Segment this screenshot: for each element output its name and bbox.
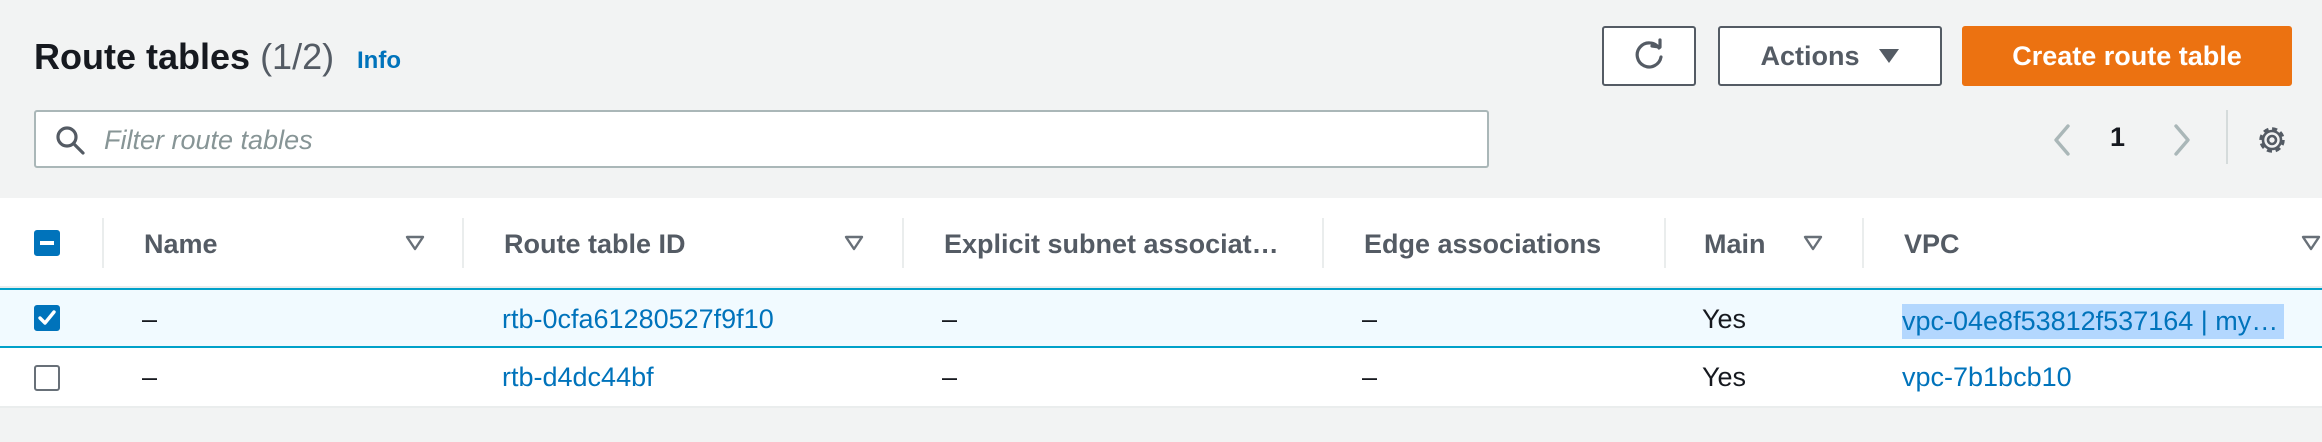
vpc-link[interactable]: vpc-04e8f53812f537164 | my…	[1902, 304, 2284, 339]
cell-main: Yes	[1702, 304, 1747, 334]
cell-main: Yes	[1702, 362, 1747, 392]
sort-down-icon[interactable]	[404, 232, 426, 254]
cell-name: –	[142, 304, 158, 334]
column-divider	[102, 218, 104, 268]
table-header: Name Route table ID Explicit subnet asso…	[0, 198, 2322, 288]
chevron-right-icon[interactable]	[2166, 120, 2198, 160]
column-header-vpc[interactable]: VPC	[1904, 229, 1960, 260]
actions-label: Actions	[1760, 40, 1860, 71]
column-divider	[1664, 218, 1666, 268]
column-header-explicit-subnet[interactable]: Explicit subnet associat…	[944, 229, 1279, 260]
column-header-route-table-id[interactable]: Route table ID	[504, 229, 686, 260]
gear-icon[interactable]	[2254, 122, 2290, 158]
page-number[interactable]: 1	[2110, 122, 2125, 153]
route-table-id-link[interactable]: rtb-0cfa61280527f9f10	[502, 304, 774, 335]
column-divider	[462, 218, 464, 268]
table-row[interactable]: – rtb-0cfa61280527f9f10 – – Yes vpc-04e8…	[0, 288, 2322, 348]
refresh-icon	[1635, 38, 1663, 69]
column-divider	[1322, 218, 1324, 268]
search-field[interactable]	[34, 110, 1489, 168]
select-all-checkbox[interactable]	[34, 230, 60, 256]
page-header: Route tables (1/2) Info Actions Create r…	[0, 0, 2322, 198]
cell-name: –	[142, 362, 158, 392]
row-checkbox[interactable]	[34, 365, 60, 391]
row-checkbox[interactable]	[34, 305, 60, 331]
route-tables-table: Name Route table ID Explicit subnet asso…	[0, 198, 2322, 408]
column-header-main[interactable]: Main	[1704, 229, 1766, 260]
page-title-text: Route tables	[34, 36, 251, 77]
table-row[interactable]: – rtb-d4dc44bf – – Yes vpc-7b1bcb10	[0, 348, 2322, 408]
pagination-divider	[2226, 110, 2228, 164]
search-icon	[56, 126, 85, 155]
info-link[interactable]: Info	[357, 47, 401, 75]
route-table-id-link[interactable]: rtb-d4dc44bf	[502, 362, 654, 393]
cell-explicit-subnet: –	[942, 362, 958, 392]
sort-down-icon[interactable]	[2300, 232, 2322, 254]
cell-edge-associations: –	[1362, 304, 1378, 334]
selection-count: (1/2)	[260, 36, 335, 77]
cell-explicit-subnet: –	[942, 304, 958, 334]
cell-edge-associations: –	[1362, 362, 1378, 392]
sort-down-icon[interactable]	[843, 232, 865, 254]
create-route-table-button[interactable]: Create route table	[1962, 26, 2292, 86]
sort-down-icon[interactable]	[1802, 232, 1824, 254]
column-header-edge-associations[interactable]: Edge associations	[1364, 229, 1601, 260]
vpc-link[interactable]: vpc-7b1bcb10	[1902, 362, 2072, 393]
search-input[interactable]	[102, 120, 1476, 160]
page-footer-area	[0, 408, 2322, 442]
column-divider	[1862, 218, 1864, 268]
actions-dropdown-button[interactable]: Actions	[1718, 26, 1942, 86]
chevron-left-icon[interactable]	[2046, 120, 2078, 160]
column-header-name[interactable]: Name	[144, 229, 218, 260]
page-title: Route tables (1/2)	[34, 36, 334, 78]
column-divider	[902, 218, 904, 268]
caret-down-icon	[1878, 49, 1899, 63]
refresh-button[interactable]	[1602, 26, 1696, 86]
